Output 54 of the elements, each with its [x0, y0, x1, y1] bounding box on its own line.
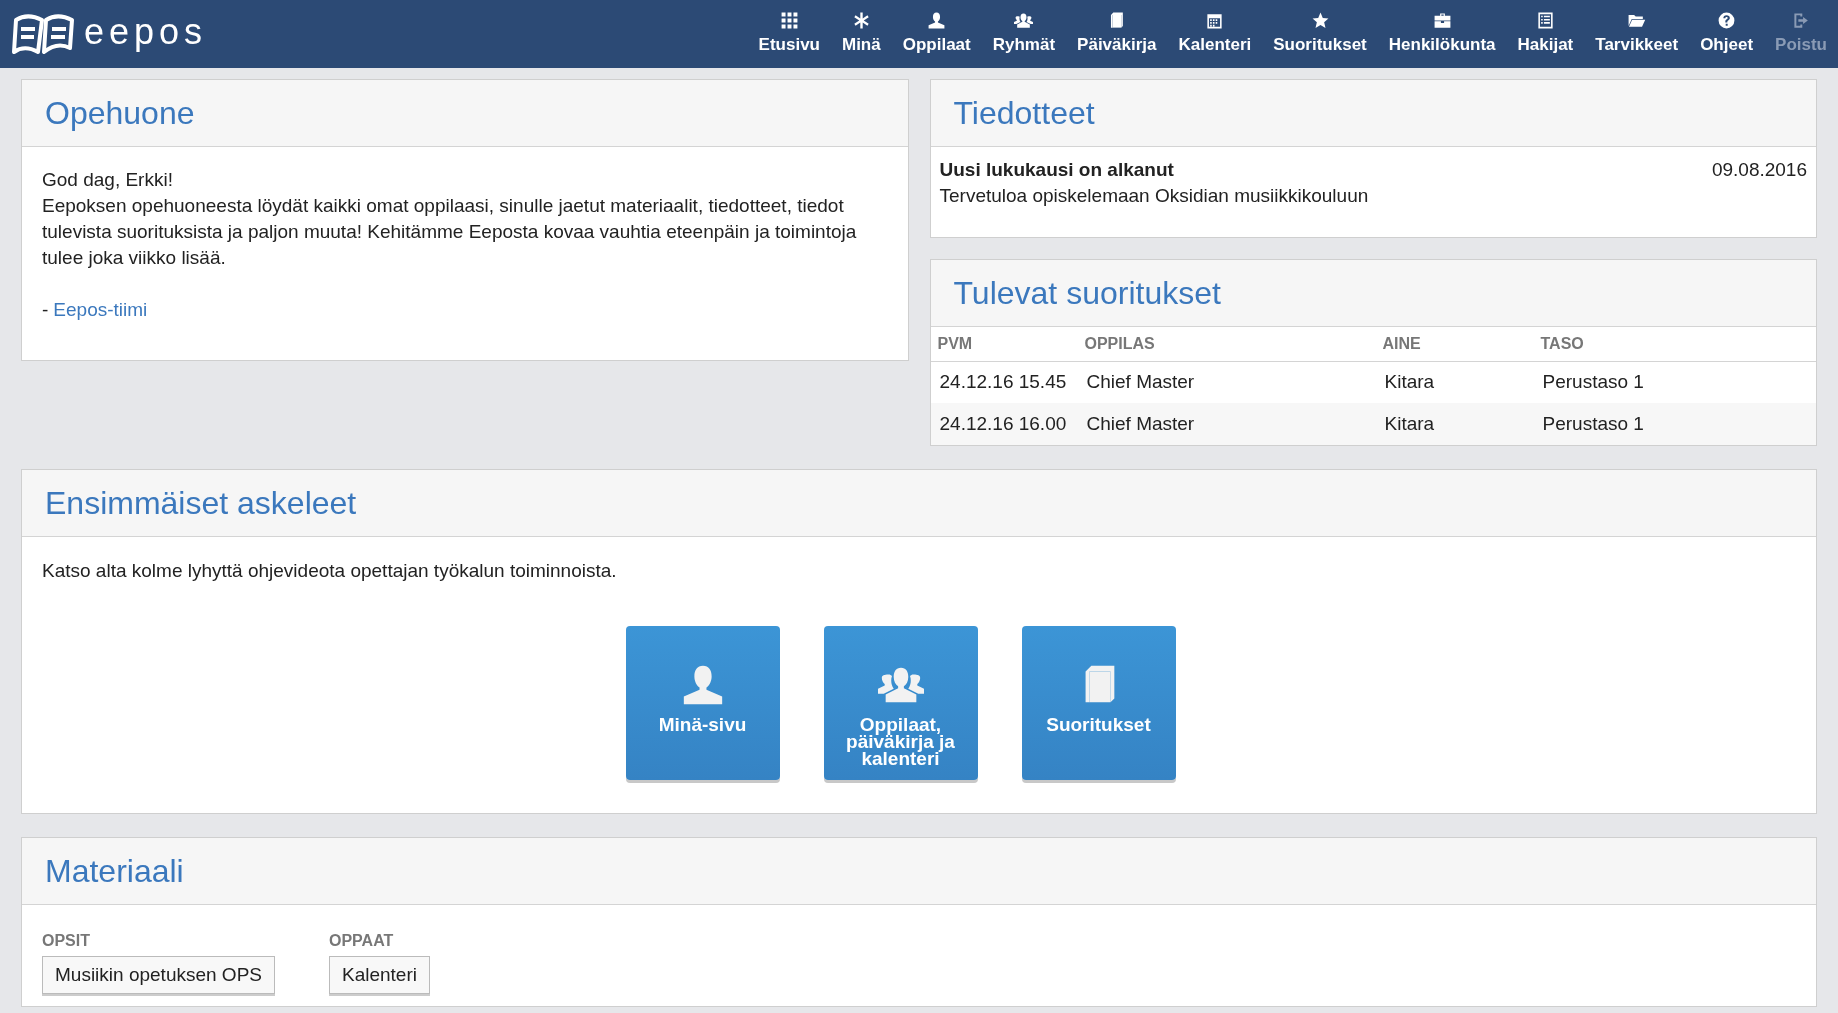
- panel-title: Opehuone: [45, 94, 195, 133]
- nav-item[interactable]: Oppilaat: [891, 0, 982, 68]
- nav-item[interactable]: Kalenteri: [1167, 0, 1263, 68]
- material-button[interactable]: Musiikin opetuksen OPS: [42, 956, 275, 994]
- nav-item[interactable]: Hakijat: [1506, 0, 1585, 68]
- nav-item[interactable]: Etusivu: [747, 0, 831, 68]
- group-heading: OPSIT: [42, 931, 91, 951]
- welcome-paragraph: Eepoksen opehuoneesta löydät kaikki omat oppilaasi, sinulle jaetut materiaalit, tiedotteet, tiedot tulevista suorituksista ja paljon muuta! Kehitämme Eeposta kovaa vauhtia eteenpäin ja toimintoja tulee joka viikko lisää.: [42, 194, 858, 270]
- nav-item[interactable]: Ryhmät: [981, 0, 1067, 68]
- group-heading: OPPAAT: [329, 931, 395, 951]
- nav-item[interactable]: Ohjeet: [1689, 0, 1765, 68]
- table-cell: Kitara: [1375, 403, 1534, 445]
- nav-item[interactable]: Tarvikkeet: [1584, 0, 1690, 68]
- video-tile-button[interactable]: Suoritukset: [1021, 625, 1176, 780]
- video-tile-button[interactable]: Oppilaat, päiväkirja ja kalenteri: [823, 625, 978, 780]
- nav-item[interactable]: Suoritukset: [1262, 0, 1378, 68]
- material-button[interactable]: Kalenteri: [329, 956, 430, 994]
- signature-dash: -: [42, 298, 49, 322]
- column-header: PVM: [930, 327, 1078, 361]
- logo-wordmark: eepos: [84, 14, 208, 54]
- column-header: OPPILAS: [1077, 327, 1376, 361]
- panel-title: Ensimmäiset askeleet: [45, 484, 357, 523]
- panel-title: Tiedotteet: [953, 94, 1095, 133]
- briefcase-icon: [1432, 10, 1452, 30]
- column-header: AINE: [1375, 327, 1534, 361]
- group-icon: [1014, 10, 1034, 30]
- table-cell: Chief Master: [1077, 361, 1376, 403]
- table-cell: 24.12.16 15.45: [930, 361, 1078, 403]
- announcement-title: Uusi lukukausi on alkanut: [939, 158, 1174, 182]
- panel-title: Materiaali: [45, 852, 184, 891]
- eepos-logo[interactable]: eepos: [12, 12, 208, 56]
- logout-icon: [1791, 10, 1811, 30]
- nav-item[interactable]: Minä: [831, 0, 892, 68]
- column-header: TASO: [1533, 327, 1816, 361]
- table-cell: 24.12.16 16.00: [930, 403, 1078, 445]
- table-cell: Kitara: [1375, 361, 1534, 403]
- star-icon: [1310, 10, 1330, 30]
- list-icon: [1535, 10, 1555, 30]
- nav-item[interactable]: Päiväkirja: [1066, 0, 1168, 68]
- announcement-date: 09.08.2016: [1711, 158, 1807, 182]
- intro-text: Katso alta kolme lyhyttä ohjevideota opettajan työkalun toiminnoista.: [41, 559, 618, 583]
- table-cell: Perustaso 1: [1533, 403, 1816, 445]
- table-cell: Perustaso 1: [1533, 361, 1816, 403]
- video-tile-button[interactable]: Minä-sivu: [625, 625, 780, 780]
- greeting-text: God dag, Erkki!: [42, 168, 174, 192]
- signature-link[interactable]: Eepos-tiimi: [53, 297, 148, 323]
- panel-title: Tulevat suoritukset: [953, 274, 1221, 313]
- book-logo-icon: [12, 12, 76, 56]
- help-icon: [1717, 10, 1737, 30]
- grid-icon: [779, 10, 799, 30]
- nav-item[interactable]: Henkilökunta: [1377, 0, 1507, 68]
- announcement-text: Tervetuloa opiskelemaan Oksidian musiikkikouluun: [939, 184, 1370, 208]
- user-icon: [927, 10, 947, 30]
- table-cell: Chief Master: [1077, 403, 1376, 445]
